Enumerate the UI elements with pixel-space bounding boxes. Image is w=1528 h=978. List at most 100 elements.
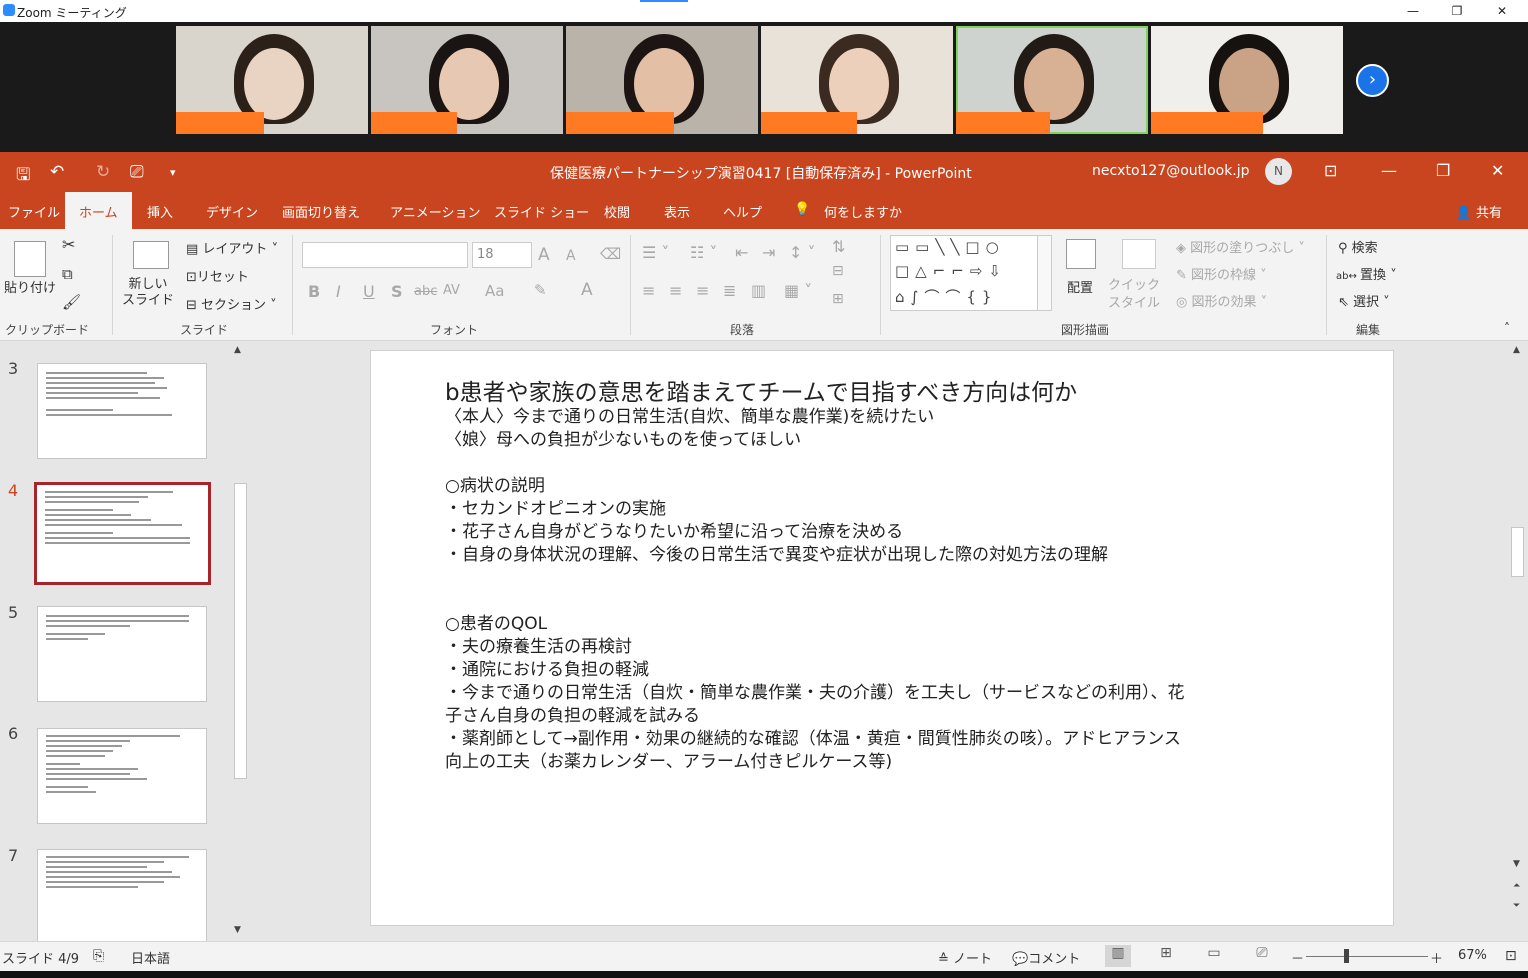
tab-file[interactable]: ファイル <box>8 202 60 221</box>
format-painter-icon[interactable]: 🖌 <box>62 293 81 311</box>
reset-button[interactable]: ⊡リセット <box>186 266 249 285</box>
line-spacing-icon[interactable]: ↕ ˅ <box>789 243 816 262</box>
font-size-box[interactable]: 18 <box>472 242 532 268</box>
participant-video-tile[interactable] <box>956 26 1148 134</box>
highlight-icon[interactable]: ✎ <box>534 281 547 299</box>
thumbnail-scroll-thumb[interactable] <box>234 483 247 779</box>
smartart-icon[interactable]: ⊞ <box>832 291 844 307</box>
notes-button[interactable]: ≙ ノート <box>938 948 992 967</box>
customize-qat-icon[interactable]: ▾ <box>170 166 176 179</box>
slide-scrollbar[interactable]: ▲ ▼ ⏶ ⏷ <box>1508 341 1528 941</box>
slide-scroll-thumb[interactable] <box>1511 527 1524 577</box>
shrink-font-icon[interactable]: A <box>566 248 576 264</box>
slide-thumbnail-3[interactable] <box>37 363 207 459</box>
zoom-percentage[interactable]: 67% <box>1458 948 1487 963</box>
quick-styles-button-label[interactable]: クイック スタイル <box>1108 277 1160 313</box>
redo-icon[interactable]: ↻ <box>96 162 110 182</box>
paste-button-label[interactable]: 貼り付け <box>4 277 56 296</box>
slide-sorter-view-button[interactable]: ⊞ <box>1153 945 1179 967</box>
tab-transitions[interactable]: 画面切り替え <box>282 202 360 221</box>
tab-help[interactable]: ヘルプ <box>723 202 762 221</box>
section-button[interactable]: ⊟ セクション ˅ <box>186 294 277 313</box>
language-indicator[interactable]: 日本語 <box>131 948 170 967</box>
increase-indent-icon[interactable]: ⇥ <box>762 243 775 262</box>
scroll-up-arrow[interactable]: ▲ <box>1513 345 1520 355</box>
new-slide-button-label[interactable]: 新しい スライド <box>122 277 174 309</box>
slide-thumbnail-7[interactable] <box>37 849 207 941</box>
columns-icon[interactable]: ▦ ˅ <box>784 281 812 300</box>
paste-icon[interactable] <box>14 241 46 277</box>
reading-view-button[interactable]: ▭ <box>1201 945 1227 967</box>
tab-animations[interactable]: アニメーション <box>390 202 480 221</box>
tab-design[interactable]: デザイン <box>206 202 258 221</box>
scroll-down-arrow[interactable]: ▼ <box>1513 859 1520 869</box>
scroll-down-arrow[interactable]: ▼ <box>234 925 241 935</box>
shapes-gallery-scroll[interactable] <box>1037 236 1051 310</box>
shape-fill-button[interactable]: ◈ 図形の塗りつぶし ˅ <box>1176 237 1305 256</box>
arrange-button-label[interactable]: 配置 <box>1067 277 1093 296</box>
change-case-button[interactable]: Aa <box>485 282 504 300</box>
next-page-arrow-button[interactable]: › <box>1356 64 1389 97</box>
align-center-icon[interactable]: ≡ <box>669 281 682 300</box>
copy-icon[interactable]: ⧉ <box>62 265 73 283</box>
tab-insert[interactable]: 挿入 <box>147 202 173 221</box>
cut-icon[interactable]: ✂ <box>62 235 75 254</box>
previous-slide-icon[interactable]: ⏶ <box>1513 881 1520 891</box>
collapse-ribbon-icon[interactable]: ˄ <box>1504 321 1510 335</box>
share-button[interactable]: 👤 共有 <box>1456 202 1502 221</box>
shapes-gallery[interactable]: ▭▭╲╲□○ □△⌐⌐⇨⇩ ⌂∫⌒⌒{} <box>890 235 1052 311</box>
font-color-button[interactable]: A <box>581 280 593 300</box>
tell-me-search[interactable]: 何をしますか <box>824 202 902 221</box>
replace-button[interactable]: ab↔ 置換 ˅ <box>1336 264 1397 283</box>
normal-view-button[interactable]: ▥ <box>1105 945 1131 967</box>
quick-styles-icon[interactable] <box>1122 239 1156 269</box>
numbering-icon[interactable]: ☷ ˅ <box>690 243 717 262</box>
scroll-up-arrow[interactable]: ▲ <box>234 345 241 355</box>
tab-home[interactable]: ホーム <box>65 192 132 229</box>
zoom-maximize-button[interactable]: ❐ <box>1447 2 1467 20</box>
participant-video-tile[interactable] <box>371 26 563 134</box>
align-left-icon[interactable]: ≡ <box>642 281 655 300</box>
ribbon-display-options-icon[interactable]: ⊡ <box>1324 161 1337 180</box>
clear-formatting-icon[interactable]: ⌫ <box>600 245 621 263</box>
zoom-in-button[interactable]: ＋ <box>1430 948 1443 967</box>
select-button[interactable]: ⇖ 選択 ˅ <box>1338 291 1390 310</box>
font-name-box[interactable] <box>302 242 468 268</box>
ppt-minimize-button[interactable]: — <box>1381 161 1397 180</box>
next-slide-icon[interactable]: ⏷ <box>1513 901 1520 911</box>
layout-button[interactable]: ▤ レイアウト ˅ <box>186 238 278 257</box>
tab-view[interactable]: 表示 <box>664 202 690 221</box>
underline-button[interactable]: U <box>363 282 375 301</box>
justify-icon[interactable]: ≣ <box>723 281 736 300</box>
grow-font-icon[interactable]: A <box>538 245 550 265</box>
participant-video-tile[interactable] <box>1151 26 1343 134</box>
undo-icon[interactable]: ↶ <box>50 162 64 182</box>
align-right-icon[interactable]: ≡ <box>696 281 709 300</box>
participant-video-tile[interactable] <box>176 26 368 134</box>
bold-button[interactable]: B <box>308 282 320 301</box>
ppt-close-button[interactable]: ✕ <box>1491 161 1504 180</box>
text-direction-icon[interactable]: ⇅ <box>832 237 845 256</box>
ppt-restore-button[interactable]: ❐ <box>1436 161 1450 180</box>
tab-slideshow[interactable]: スライド ショー <box>494 202 589 221</box>
text-shadow-button[interactable]: S <box>391 282 403 301</box>
account-avatar[interactable]: N <box>1265 158 1292 185</box>
fit-to-window-icon[interactable]: ⊡ <box>1505 948 1517 964</box>
new-slide-icon[interactable] <box>133 241 169 269</box>
distribute-icon[interactable]: ▥ <box>751 281 766 300</box>
arrange-icon[interactable] <box>1066 239 1096 269</box>
start-slideshow-icon[interactable]: ⎚ <box>130 162 144 182</box>
zoom-out-button[interactable]: － <box>1291 948 1304 967</box>
participant-video-tile[interactable] <box>761 26 953 134</box>
shape-outline-button[interactable]: ✎ 図形の枠線 ˅ <box>1176 264 1267 283</box>
character-spacing-button[interactable]: AV <box>443 283 460 298</box>
zoom-close-button[interactable]: ✕ <box>1492 2 1512 20</box>
decrease-indent-icon[interactable]: ⇤ <box>735 243 748 262</box>
account-email[interactable]: necxto127@outlook.jp <box>1092 163 1250 179</box>
comments-button[interactable]: 💬コメント <box>1012 948 1080 967</box>
save-icon[interactable]: 🖫 <box>16 162 30 191</box>
shape-effects-button[interactable]: ◎ 図形の効果 ˅ <box>1176 291 1267 310</box>
participant-video-tile[interactable] <box>566 26 758 134</box>
zoom-slider-track[interactable] <box>1306 956 1428 957</box>
slide-thumbnail-6[interactable] <box>37 728 207 824</box>
